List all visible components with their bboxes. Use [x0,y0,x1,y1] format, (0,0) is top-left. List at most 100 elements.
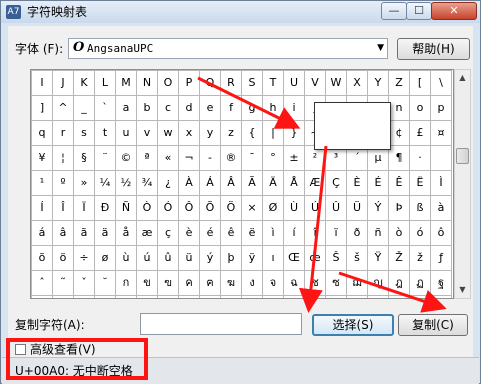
character-cell[interactable]: ¼ [94,170,116,196]
character-cell[interactable]: J [52,70,74,96]
character-cell[interactable]: ฃ [157,270,179,296]
maximize-button[interactable]: ☐ [406,2,432,20]
close-button[interactable]: ✕ [431,2,477,20]
character-cell[interactable]: ý [199,245,221,271]
character-cell[interactable]: Š [325,245,347,271]
character-cell[interactable]: ¹ [31,170,53,196]
character-cell[interactable]: Ú [304,195,326,221]
font-select[interactable]: O AngsanaUPC ▼ [68,38,388,59]
character-cell[interactable]: ฐ [430,270,452,296]
character-cell[interactable]: » [73,170,95,196]
character-cell[interactable]: í [283,220,305,246]
grid-scrollbar[interactable]: ▲ ▼ [454,69,471,299]
character-cell[interactable]: ฆ [220,270,242,296]
character-cell[interactable]: è [178,220,200,246]
character-cell[interactable]: Ý [367,195,389,221]
character-cell[interactable]: Î [52,195,74,221]
character-cell[interactable]: ข [136,270,158,296]
character-cell[interactable]: i [283,95,305,121]
character-cell[interactable]: b [136,95,158,121]
copy-button[interactable]: 复制(C) [398,314,468,336]
character-cell[interactable]: ] [31,95,53,121]
character-cell[interactable]: } [283,120,305,146]
character-cell[interactable]: o [409,95,431,121]
character-cell[interactable]: Ž [388,245,410,271]
character-cell[interactable]: ª [136,145,158,171]
scroll-up-icon[interactable]: ▲ [455,70,470,86]
character-cell[interactable]: g [241,95,263,121]
character-cell[interactable]: ฟ [325,295,347,298]
character-cell[interactable]: f [220,95,242,121]
character-cell[interactable]: « [157,145,179,171]
character-cell[interactable]: ¦ [52,145,74,171]
character-cell[interactable]: ä [94,220,116,246]
character-cell[interactable]: ¥ [31,145,53,171]
character-cell[interactable]: ค [178,270,200,296]
character-cell[interactable]: ธ [178,295,200,298]
character-cell[interactable]: Œ [283,245,305,271]
character-cell[interactable]: Ø [262,195,284,221]
title-bar[interactable]: A7 字符映射表 — ☐ ✕ [1,1,480,23]
character-cell[interactable]: พ [304,295,326,298]
character-cell[interactable]: p [430,95,452,121]
scroll-down-icon[interactable]: ▼ [455,282,470,298]
character-cell[interactable]: ˆ [31,270,53,296]
character-cell[interactable]: Ò [136,195,158,221]
character-cell[interactable]: © [115,145,137,171]
character-cell[interactable]: X [346,70,368,96]
character-cell[interactable]: ø [94,245,116,271]
character-cell[interactable]: ç [157,220,179,246]
character-cell[interactable]: û [157,245,179,271]
character-cell[interactable]: ช [304,270,326,296]
character-cell[interactable]: N [136,70,158,96]
character-cell[interactable]: n [388,95,410,121]
character-cell[interactable]: Ë [409,170,431,196]
character-cell[interactable]: î [304,220,326,246]
character-cell[interactable]: Ó [157,195,179,221]
character-cell[interactable]: ¨ [94,145,116,171]
character-cell[interactable]: ü [178,245,200,271]
character-cell[interactable]: Ð [94,195,116,221]
character-cell[interactable]: ฒ [52,295,74,298]
help-button[interactable]: 帮助(H) [397,38,470,60]
character-cell[interactable]: å [115,220,137,246]
character-cell[interactable]: ฉ [283,270,305,296]
character-cell[interactable] [430,145,452,171]
character-cell[interactable]: Ê [388,170,410,196]
character-cell[interactable]: · [409,145,431,171]
character-cell[interactable]: h [262,95,284,121]
character-cell[interactable]: P [178,70,200,96]
character-cell[interactable]: ฝ [283,295,305,298]
character-cell[interactable]: ß [409,195,431,221]
character-cell[interactable]: น [199,295,221,298]
character-cell[interactable]: Õ [199,195,221,221]
character-cell[interactable]: þ [220,245,242,271]
character-cell[interactable]: Û [325,195,347,221]
character-cell[interactable]: z [220,120,242,146]
copy-chars-input[interactable] [140,313,302,335]
character-cell[interactable]: ฎ [388,270,410,296]
character-cell[interactable]: ê [220,220,242,246]
character-cell[interactable]: Æ [304,170,326,196]
character-cell[interactable]: O [157,70,179,96]
select-button[interactable]: 选择(S) [312,314,394,336]
character-cell[interactable]: S [241,70,263,96]
minimize-button[interactable]: — [381,2,407,20]
character-cell[interactable]: ร [409,295,431,298]
character-cell[interactable]: ã [73,220,95,246]
character-cell[interactable]: ¢ [388,120,410,146]
character-cell[interactable]: œ [304,245,326,271]
character-cell[interactable]: Ô [178,195,200,221]
character-cell[interactable]: × [241,195,263,221]
character-cell[interactable]: R [220,70,242,96]
character-cell[interactable]: ¾ [136,170,158,196]
character-cell[interactable]: Í [31,195,53,221]
character-cell[interactable]: Q [199,70,221,96]
character-cell[interactable]: Â [220,170,242,196]
character-cell[interactable]: \ [430,70,452,96]
character-cell[interactable]: ¿ [157,170,179,196]
character-cell[interactable]: º [52,170,74,196]
character-cell[interactable]: ¶ [388,145,410,171]
character-cell[interactable]: ë [241,220,263,246]
character-cell[interactable]: s [73,120,95,146]
